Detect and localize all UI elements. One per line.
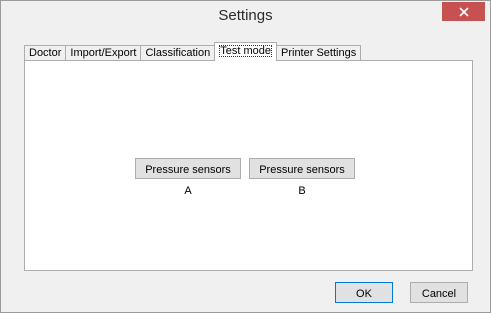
tab-import-export[interactable]: Import/Export (65, 45, 142, 61)
close-icon (458, 6, 469, 17)
tab-panel-test-mode: Pressure sensors A Pressure sensors B (24, 60, 473, 271)
pressure-sensors-a-button[interactable]: Pressure sensors A (135, 158, 241, 197)
settings-dialog: Settings Doctor Import/Export Classifica… (0, 0, 491, 313)
tab-doctor[interactable]: Doctor (24, 45, 67, 61)
window-title: Settings (218, 7, 273, 24)
ok-button[interactable]: OK (335, 282, 393, 303)
cancel-button[interactable]: Cancel (410, 282, 468, 303)
tab-test-mode-label: Test mode (219, 45, 272, 57)
tab-strip: Doctor Import/Export Classification Test… (24, 42, 362, 61)
pressure-sensors-b-button[interactable]: Pressure sensors B (249, 158, 355, 197)
close-button[interactable] (442, 2, 485, 21)
tab-classification[interactable]: Classification (140, 45, 216, 61)
tab-test-mode[interactable]: Test mode (214, 42, 277, 61)
tab-printer-settings[interactable]: Printer Settings (276, 45, 362, 61)
title-bar: Settings (1, 1, 490, 31)
